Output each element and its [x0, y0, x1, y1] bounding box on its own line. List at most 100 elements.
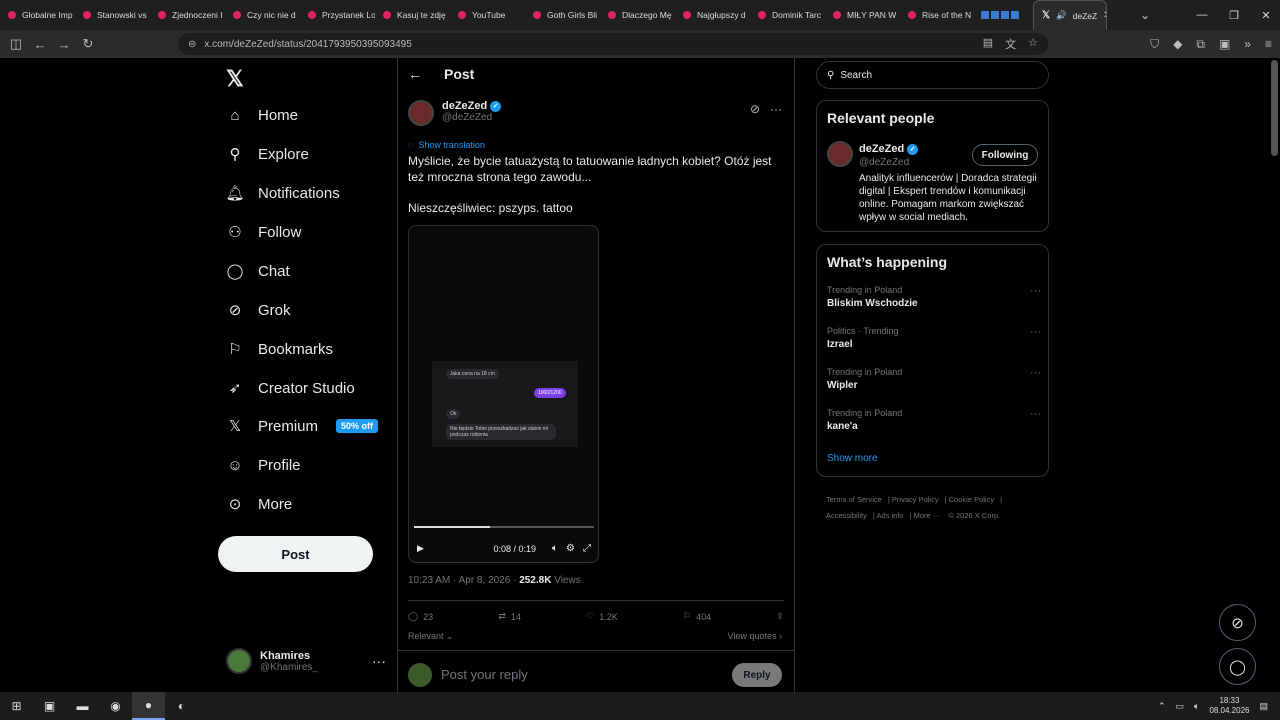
nav-profile[interactable]: ☺ Profile: [226, 450, 300, 480]
more-icon[interactable]: ···: [1030, 285, 1041, 297]
tray-chevron-icon[interactable]: ⌃: [1158, 701, 1166, 712]
browser-tab[interactable]: YouTube: [450, 0, 525, 30]
reply-input[interactable]: Post your reply: [441, 667, 528, 682]
volume-icon[interactable]: 🔈︎: [552, 543, 558, 554]
post-author[interactable]: deZeZed ✓ @deZeZed: [408, 100, 502, 126]
more-icon[interactable]: ···: [1030, 367, 1041, 379]
play-icon[interactable]: ▶: [417, 543, 424, 554]
forward-icon[interactable]: →: [52, 37, 76, 52]
more-tools-icon[interactable]: »: [1244, 37, 1251, 51]
video-progress-bar[interactable]: [414, 526, 594, 528]
file-explorer-icon[interactable]: ▬: [66, 692, 99, 720]
reply-button[interactable]: Reply: [732, 663, 782, 687]
like-action[interactable]: ♡ 1.2K: [586, 611, 618, 622]
sidebar-toggle-icon[interactable]: ◫: [4, 36, 28, 52]
firefox-icon[interactable]: ●: [132, 692, 165, 720]
app-icon[interactable]: ▣: [33, 692, 66, 720]
show-more-link[interactable]: Show more: [827, 453, 878, 464]
more-icon[interactable]: ···: [1030, 408, 1041, 420]
search-input[interactable]: ⚲ Search: [816, 61, 1049, 89]
footer-link[interactable]: Ads info: [876, 511, 903, 520]
more-icon[interactable]: ···: [1030, 326, 1041, 338]
close-window-icon[interactable]: ✕: [1250, 9, 1280, 22]
reload-icon[interactable]: ↻: [76, 36, 100, 52]
reply-action[interactable]: ◯ 23: [408, 611, 433, 622]
notifications-icon[interactable]: ▤: [1259, 701, 1268, 712]
avatar[interactable]: [827, 141, 853, 167]
browser-tab[interactable]: Kasuj te zdję: [375, 0, 450, 30]
back-arrow-icon[interactable]: ←: [408, 66, 422, 82]
browser-tab-active[interactable]: 𝕏 🔊 deZeZ ✕: [1033, 0, 1107, 30]
browser-tab[interactable]: Najgłupszy d: [675, 0, 750, 30]
trend-item[interactable]: Politics · Trending Izrael ···: [827, 326, 1041, 350]
account-switcher[interactable]: Khamires @Khamires_ ···: [226, 648, 386, 674]
nav-home[interactable]: ⌂ Home: [226, 100, 298, 130]
app-icon[interactable]: ◐: [165, 692, 198, 720]
pinned-tabs[interactable]: [975, 11, 1025, 19]
ublock-icon[interactable]: ▣: [1219, 37, 1230, 51]
show-translation-link[interactable]: ◌ Show translation: [408, 140, 485, 150]
trend-item[interactable]: Trending in Poland Wipler ···: [827, 367, 1041, 391]
trend-item[interactable]: Trending in Poland kane'a ···: [827, 408, 1041, 432]
minimize-icon[interactable]: —: [1186, 9, 1218, 21]
fullscreen-icon[interactable]: ⤢: [583, 543, 591, 554]
browser-tab[interactable]: MIŁY PAN W: [825, 0, 900, 30]
share-action[interactable]: ⇪: [776, 611, 784, 622]
star-icon[interactable]: ☆: [1028, 36, 1038, 52]
nav-notifications[interactable]: 🔔︎ Notifications: [225, 178, 339, 208]
nav-premium[interactable]: 𝕏 Premium 50% off: [226, 411, 379, 441]
grok-fab[interactable]: ⊘: [1219, 604, 1256, 641]
back-icon[interactable]: ←: [28, 37, 52, 52]
footer-link[interactable]: Accessibility: [826, 511, 867, 520]
video-player[interactable]: Jaka cena na 18 cm 1000/1200 Ok Nie będz…: [408, 225, 599, 563]
repost-action[interactable]: ⇄ 14: [498, 611, 521, 622]
more-icon[interactable]: ···: [372, 653, 386, 669]
chat-fab[interactable]: ◯: [1219, 648, 1256, 685]
shield-extension-icon[interactable]: ⛉: [1150, 37, 1159, 52]
windows-start-icon[interactable]: ⊞: [0, 692, 33, 720]
grok-icon[interactable]: ⊘: [750, 102, 760, 116]
url-bar[interactable]: ⊜ x.com/deZeZed/status/20417939503950934…: [178, 33, 1048, 55]
site-info-icon[interactable]: ⊜: [188, 39, 196, 50]
nav-explore[interactable]: ⚲ Explore: [226, 139, 309, 169]
menu-icon[interactable]: ≡: [1265, 37, 1272, 51]
settings-icon[interactable]: ⚙: [566, 543, 575, 554]
clock[interactable]: 18:33 08.04.2026: [1209, 696, 1249, 716]
footer-link[interactable]: Terms of Service: [826, 495, 882, 504]
x-logo-icon[interactable]: 𝕏: [226, 66, 244, 92]
browser-tab[interactable]: Zjednoczeni I: [150, 0, 225, 30]
restore-icon[interactable]: ❐: [1218, 9, 1250, 22]
bookmark-action[interactable]: ⚐ 404: [683, 611, 711, 622]
browser-tab[interactable]: Stanowski vs: [75, 0, 150, 30]
view-quotes-link[interactable]: View quotes ›: [728, 631, 782, 641]
volume-icon[interactable]: 🔈︎: [1194, 701, 1199, 712]
browser-tab[interactable]: Rise of the N: [900, 0, 975, 30]
network-icon[interactable]: ▭: [1176, 701, 1185, 712]
trend-item[interactable]: Trending in Poland Bliskim Wschodzie ···: [827, 285, 1041, 309]
nav-chat[interactable]: ◯ Chat: [226, 256, 290, 286]
steam-icon[interactable]: ◉: [99, 692, 132, 720]
translate-icon[interactable]: 文: [1005, 36, 1016, 52]
nav-more[interactable]: ⊙ More: [226, 489, 292, 519]
nav-follow[interactable]: ⚇ Follow: [226, 217, 301, 247]
browser-tab[interactable]: Dominik Tarc: [750, 0, 825, 30]
nav-grok[interactable]: ⊘ Grok: [226, 295, 291, 325]
browser-tab[interactable]: Dlaczego Mę: [600, 0, 675, 30]
reader-icon[interactable]: ▤: [983, 36, 993, 52]
browser-tab[interactable]: Globalne Imp: [0, 0, 75, 30]
reply-sort-dropdown[interactable]: Relevant ⌄: [408, 631, 454, 642]
footer-link[interactable]: Cookie Policy: [949, 495, 994, 504]
following-button[interactable]: Following: [972, 144, 1038, 166]
browser-tab[interactable]: Przystanek Lo: [300, 0, 375, 30]
author-avatar[interactable]: [408, 100, 434, 126]
footer-link[interactable]: Privacy Policy: [892, 495, 939, 504]
extensions-icon[interactable]: ⧉: [1196, 37, 1205, 52]
fox-extension-icon[interactable]: ◆: [1173, 37, 1182, 51]
browser-tab[interactable]: Czy nic nie d: [225, 0, 300, 30]
scrollbar[interactable]: [1271, 60, 1278, 156]
nav-bookmarks[interactable]: ⚐ Bookmarks: [226, 334, 333, 364]
nav-creator-studio[interactable]: ➶ Creator Studio: [226, 373, 355, 403]
footer-link[interactable]: More ···: [914, 511, 941, 520]
browser-tab[interactable]: Goth Girls Bli: [525, 0, 600, 30]
close-tab-icon[interactable]: ✕: [1103, 10, 1106, 21]
